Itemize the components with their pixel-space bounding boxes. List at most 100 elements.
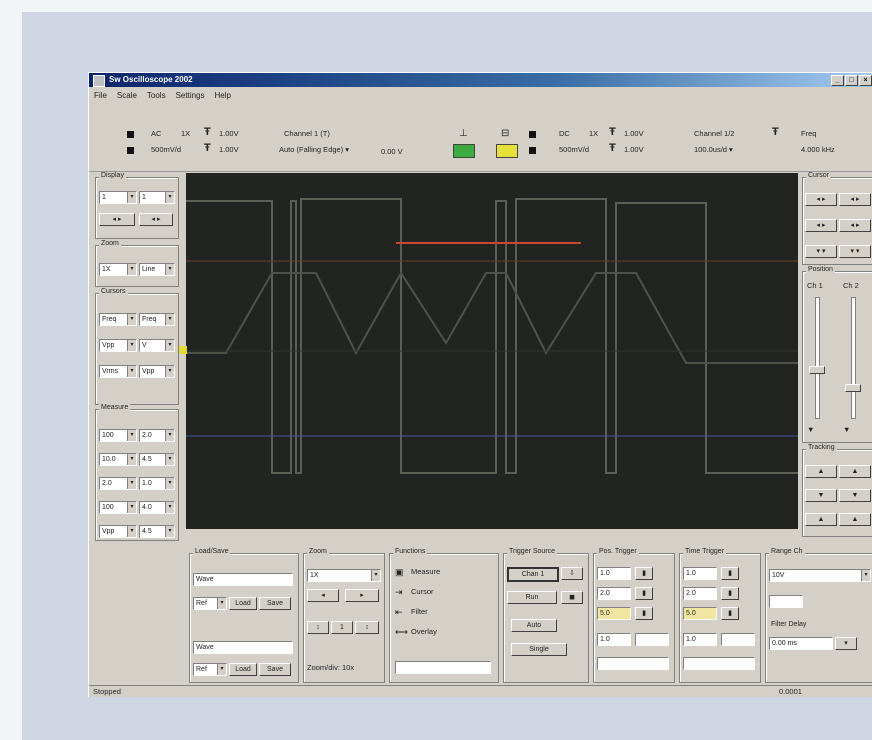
display-select-a[interactable]: 1 ▾: [99, 191, 137, 204]
function-overlay[interactable]: Overlay: [411, 627, 437, 637]
pos-trigger-btn-2[interactable]: ▮: [635, 587, 653, 600]
time-trigger-field[interactable]: [683, 657, 755, 670]
pos-trigger-val-5[interactable]: [635, 633, 669, 646]
file-b-field[interactable]: Wave: [193, 641, 293, 654]
pos-trigger-val-3[interactable]: 5.0: [597, 607, 631, 620]
pos-trigger-val-1[interactable]: 1.0: [597, 567, 631, 580]
filter-icon[interactable]: ⇤: [395, 607, 403, 617]
measure-icon[interactable]: ▣: [395, 567, 404, 577]
ch2-scale-icon[interactable]: ⊟: [501, 129, 509, 139]
ch2-volts-stepper-icon[interactable]: Ŧ: [609, 127, 616, 138]
overlay-icon[interactable]: ⟷: [395, 627, 408, 637]
ch1-coupling[interactable]: AC: [151, 129, 161, 139]
zoom-btn-1[interactable]: ↕: [307, 621, 329, 634]
pos-ch2-down[interactable]: ▼: [843, 425, 850, 435]
load-button[interactable]: Load: [229, 597, 257, 610]
ch2-div[interactable]: 500mV/d: [559, 145, 589, 155]
trigger-mode[interactable]: Auto (Falling Edge) ▾: [279, 145, 349, 155]
time-trigger-btn-1[interactable]: ▮: [721, 567, 739, 580]
ch2-probe[interactable]: 1X: [589, 129, 598, 139]
ch1-offset-stepper-icon[interactable]: Ŧ: [204, 143, 211, 154]
ch1-position-thumb[interactable]: [809, 366, 825, 374]
menu-file[interactable]: File: [89, 89, 112, 103]
measure-row-b[interactable]: 4.5 ▾: [139, 525, 175, 538]
tracking-down-1[interactable]: ▼: [805, 489, 837, 502]
ch1-div[interactable]: 500mV/d: [151, 145, 181, 155]
zoom-step-up[interactable]: ▸: [345, 589, 379, 602]
trigger-single-button[interactable]: ⇩: [561, 567, 583, 580]
trigger-auto-button[interactable]: Auto: [511, 619, 557, 632]
mode-a-select[interactable]: Ref ▾: [193, 597, 227, 610]
function-measure[interactable]: Measure: [411, 567, 440, 577]
save-button-b[interactable]: Save: [259, 663, 291, 676]
tracking-up-1[interactable]: ▲: [805, 465, 837, 478]
ch2-position-slider[interactable]: [851, 297, 856, 419]
cursor-icon[interactable]: ⇥: [395, 587, 403, 597]
pos-trigger-val-2[interactable]: 2.0: [597, 587, 631, 600]
ch2-color-swatch[interactable]: [496, 144, 518, 158]
file-a-field[interactable]: Wave: [193, 573, 293, 586]
pos-trigger-btn-1[interactable]: ▮: [635, 567, 653, 580]
timebase-select[interactable]: 100.0us/d ▾: [694, 145, 733, 155]
display-button-a[interactable]: ◂ ▸: [99, 213, 135, 226]
display-button-b[interactable]: ◂ ▸: [139, 213, 173, 226]
time-trigger-val-5[interactable]: [721, 633, 755, 646]
cursor-btn-3[interactable]: ◂ ▸: [805, 219, 837, 232]
menu-scale[interactable]: Scale: [112, 89, 142, 103]
tracking-up-4[interactable]: ▲: [839, 513, 871, 526]
range-field[interactable]: [769, 595, 803, 608]
title-bar[interactable]: Sw Oscilloscope 2002 _ □ ×: [89, 73, 872, 87]
zoom-step[interactable]: 1: [331, 621, 353, 634]
time-trigger-val-1[interactable]: 1.0: [683, 567, 717, 580]
trigger-single-mode[interactable]: Single: [511, 643, 567, 656]
pos-trigger-btn-3[interactable]: ▮: [635, 607, 653, 620]
tracking-down-2[interactable]: ▼: [839, 489, 871, 502]
cursor-select-d[interactable]: V ▾: [139, 339, 175, 352]
cursor-select-c[interactable]: Vpp ▾: [99, 339, 137, 352]
zoom-mode-select[interactable]: Line ▾: [139, 263, 175, 276]
save-button[interactable]: Save: [259, 597, 291, 610]
cursor-select-a[interactable]: Freq ▾: [99, 313, 137, 326]
measure-row-b[interactable]: 4.0 ▾: [139, 501, 175, 514]
time-trigger-val-4[interactable]: 1.0: [683, 633, 717, 646]
zoom-select[interactable]: 1X ▾: [99, 263, 137, 276]
scope-display[interactable]: [186, 173, 798, 529]
measure-row-a[interactable]: 100 ▾: [99, 501, 137, 514]
ch2-position-thumb[interactable]: [845, 384, 861, 392]
function-filter[interactable]: Filter: [411, 607, 428, 617]
maximize-button[interactable]: □: [845, 75, 858, 86]
close-button[interactable]: ×: [859, 75, 872, 86]
menu-tools[interactable]: Tools: [142, 89, 171, 103]
ch1-ground-marker[interactable]: [179, 346, 187, 354]
menu-settings[interactable]: Settings: [171, 89, 210, 103]
measure-row-a[interactable]: 100 ▾: [99, 429, 137, 442]
time-trigger-val-2[interactable]: 2.0: [683, 587, 717, 600]
delay-field[interactable]: 0.00 ms: [769, 637, 833, 650]
trigger-run-button[interactable]: Run: [507, 591, 557, 604]
pos-trigger-val-4[interactable]: 1.0: [597, 633, 631, 646]
zoom-btn-3[interactable]: ↕: [355, 621, 379, 634]
ch2-offset-stepper-icon[interactable]: Ŧ: [609, 143, 616, 154]
cursor-btn-1[interactable]: ◂ ▸: [805, 193, 837, 206]
cursor-select-b[interactable]: Freq ▾: [139, 313, 175, 326]
ch1-color-swatch[interactable]: [453, 144, 475, 158]
cursor-select-f[interactable]: Vpp ▾: [139, 365, 175, 378]
display-select-b[interactable]: 1 ▾: [139, 191, 175, 204]
measure-row-a[interactable]: 10.0 ▾: [99, 453, 137, 466]
ch1-position-slider[interactable]: [815, 297, 820, 419]
function-field[interactable]: [395, 661, 491, 674]
trigger-edge-icon[interactable]: ⊥: [459, 129, 468, 139]
timebase-stepper-icon[interactable]: Ŧ: [772, 127, 779, 138]
range-select[interactable]: 10V ▾: [769, 569, 871, 582]
zoom-bottom-select[interactable]: 1X ▾: [307, 569, 381, 582]
cursor-btn-5[interactable]: ▾ ▾: [805, 245, 837, 258]
tracking-up-2[interactable]: ▲: [839, 465, 871, 478]
measure-row-a[interactable]: Vpp ▾: [99, 525, 137, 538]
zoom-step-down[interactable]: ◂: [307, 589, 339, 602]
cursor-btn-2[interactable]: ◂ ▸: [839, 193, 871, 206]
delay-button[interactable]: ▾: [835, 637, 857, 650]
trigger-channel-button[interactable]: Chan 1: [507, 567, 559, 582]
cursor-btn-6[interactable]: ▾ ▾: [839, 245, 871, 258]
measure-row-b[interactable]: 4.5 ▾: [139, 453, 175, 466]
time-trigger-val-3[interactable]: 5.0: [683, 607, 717, 620]
